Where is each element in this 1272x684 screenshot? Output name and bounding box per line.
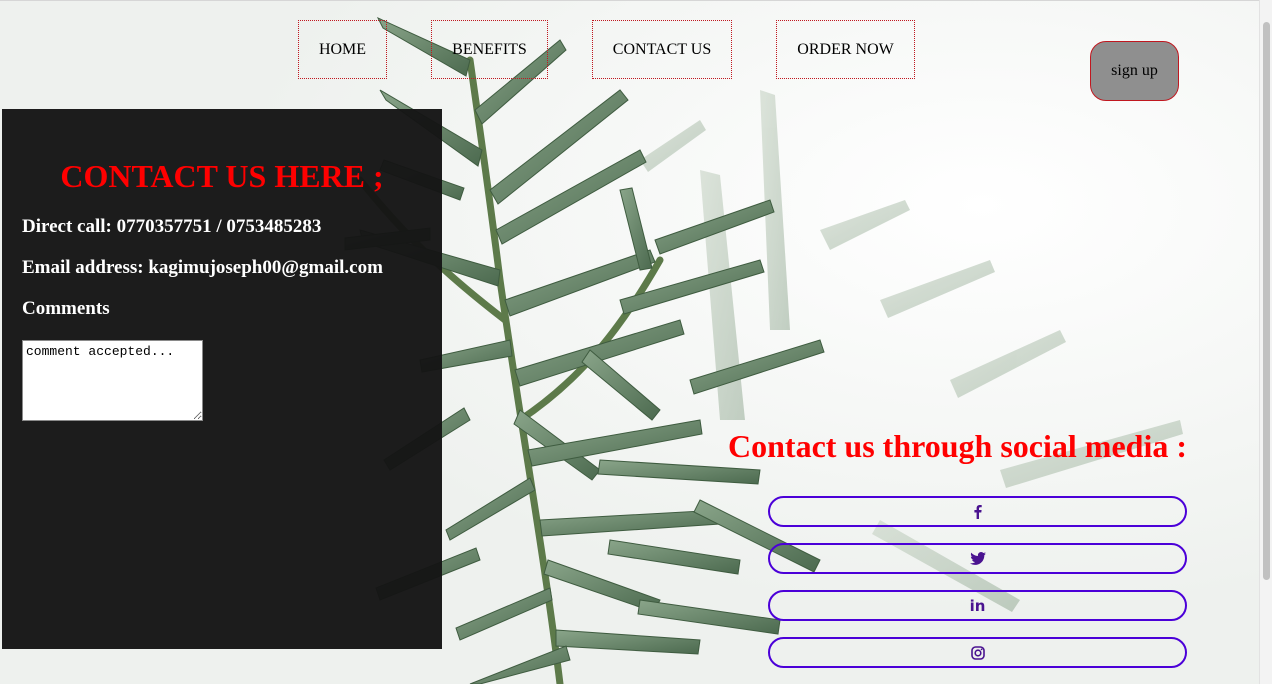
facebook-button[interactable] — [768, 496, 1187, 527]
email-address-text: Email address: kagimujoseph00@gmail.com — [22, 257, 383, 278]
comment-textarea[interactable] — [22, 340, 203, 421]
twitter-button[interactable] — [768, 543, 1187, 574]
nav-benefits-link[interactable]: BENEFITS — [431, 20, 548, 79]
top-border — [0, 0, 1272, 1]
comments-label: Comments — [22, 298, 110, 319]
nav-home-link[interactable]: HOME — [298, 20, 387, 79]
linkedin-icon: in — [969, 596, 986, 615]
sign-up-button[interactable]: sign up — [1090, 41, 1179, 101]
instagram-icon — [970, 645, 986, 661]
linkedin-button[interactable]: in — [768, 590, 1187, 621]
facebook-icon — [970, 504, 986, 520]
vertical-scrollbar[interactable] — [1259, 0, 1272, 684]
scrollbar-thumb[interactable] — [1263, 22, 1270, 580]
instagram-button[interactable] — [768, 637, 1187, 668]
social-media-title: Contact us through social media : — [728, 428, 1187, 464]
twitter-icon — [969, 551, 986, 567]
contact-panel: CONTACT US HERE ; Direct call: 077035775… — [2, 109, 442, 649]
contact-title: CONTACT US HERE ; — [60, 158, 384, 194]
direct-call-text: Direct call: 0770357751 / 0753485283 — [22, 216, 322, 237]
nav-order-now-link[interactable]: ORDER NOW — [776, 20, 915, 79]
nav-contact-us-link[interactable]: CONTACT US — [592, 20, 732, 79]
